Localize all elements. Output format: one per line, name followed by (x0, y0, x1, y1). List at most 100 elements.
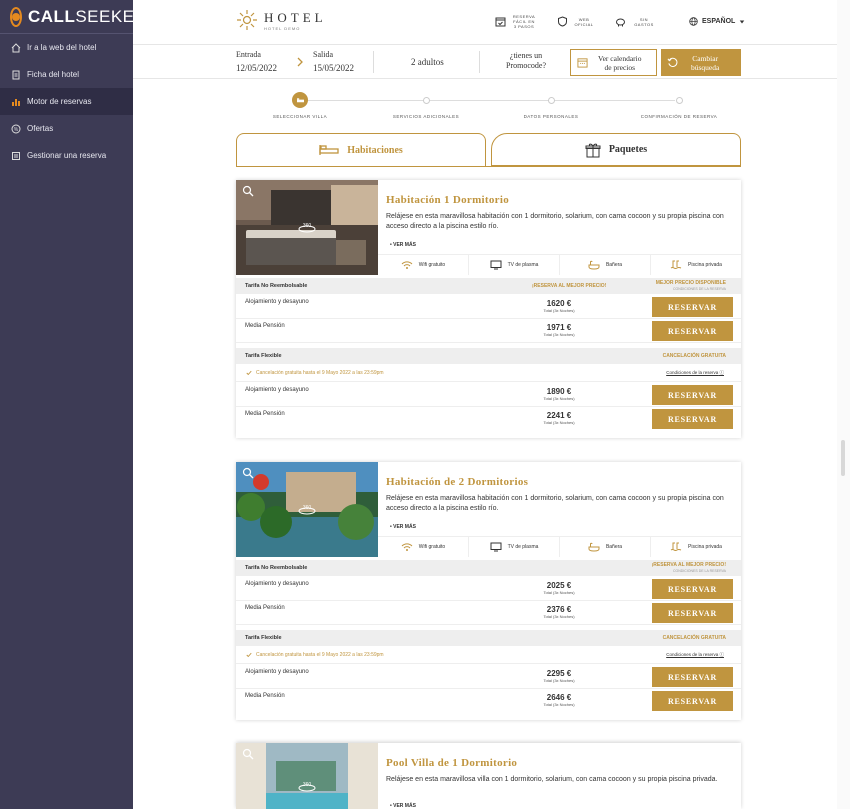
cancellation-text: Cancelación gratuita hasta el 9 Mayo 202… (256, 652, 384, 658)
feature-label: SIN GASTOS (634, 16, 654, 27)
see-more-link[interactable]: • VER MÁS (390, 242, 416, 248)
sidebar-item-web[interactable]: Ir a la web del hotel (0, 34, 133, 61)
conditions-link[interactable]: Condiciones de la reserva ⓘ (666, 370, 724, 376)
bathtub-icon (588, 260, 600, 270)
amenities-bar: Wifi gratuito TV de plasma Bañera Piscin… (378, 536, 741, 557)
checkout-date[interactable]: 15/05/2022 (313, 63, 354, 73)
sidebar-item-label: Ofertas (27, 124, 54, 133)
amenity-pool: Piscina privada (651, 255, 741, 275)
amenity-label: Bañera (605, 544, 623, 550)
page-scrollbar[interactable] (837, 0, 850, 809)
rate-badge-sub: CONDICIONES DE LA RESERVA (673, 287, 726, 291)
price: 1890 € Total (3x Noches) (519, 387, 599, 401)
rate-row: Alojamiento y desayuno 2295 € Total (3x N… (236, 666, 741, 689)
refresh-icon (667, 57, 678, 67)
guests-selector[interactable]: 2 adultos (411, 57, 444, 67)
promocode-link[interactable]: ¿tienes un Promocode? (506, 51, 546, 71)
reserve-button[interactable]: RESERVAR (652, 691, 733, 711)
tab-packages[interactable]: Paquetes (491, 133, 741, 166)
see-more-link[interactable]: • VER MÁS (390, 524, 416, 530)
callseeker-logo[interactable]: CALLSEEKER (0, 0, 147, 34)
reserve-button[interactable]: RESERVAR (652, 603, 733, 623)
price-total-label: Total (3x Noches) (543, 614, 575, 619)
bed-icon (319, 145, 339, 155)
list-icon (11, 151, 21, 161)
zoom-icon[interactable] (242, 748, 254, 760)
room-description: Relájese en esta maravillosa habitación … (386, 495, 724, 512)
amenity-wifi: Wifi gratuito (378, 537, 469, 557)
rate-row: Alojamiento y desayuno 1620 € Total (3x N… (236, 296, 741, 319)
tour-360-icon[interactable]: 360 (298, 779, 316, 793)
see-more-link[interactable]: • VER MÁS (390, 803, 416, 809)
board-label: Media Pensión (245, 605, 285, 611)
language-label: ESPAÑOL (702, 18, 736, 25)
rate-header-flexible: Tarifa Flexible CANCELACIÓN GRATUITA (236, 348, 741, 364)
rate-row: Media Pensión 2646 € Total (3x Noches) RE… (236, 690, 741, 713)
header-links: RESERVA FÁCIL EN 3 PASOS WEB OFICIAL SIN… (495, 14, 657, 29)
amenity-tv: TV de plasma (469, 255, 560, 275)
cancellation-info: Cancelación gratuita hasta el 9 Mayo 202… (246, 370, 384, 376)
brand-name: CALLSEEKER (28, 7, 147, 27)
zoom-icon[interactable] (242, 185, 254, 197)
tab-rooms[interactable]: Habitaciones (236, 133, 486, 166)
step-dot (675, 97, 683, 104)
step-personal-data[interactable]: DATOS PERSONALES (491, 92, 611, 119)
phone-logo-icon (10, 6, 22, 27)
feature-official-web: WEB OFICIAL (557, 16, 595, 27)
gift-icon (585, 143, 601, 157)
caret-down-icon (740, 20, 745, 23)
reserve-button[interactable]: RESERVAR (652, 385, 733, 405)
reserve-button[interactable]: RESERVAR (652, 667, 733, 687)
reserve-button[interactable]: RESERVAR (652, 297, 733, 317)
board-label: Alojamiento y desayuno (245, 299, 309, 305)
step-label: SELECCIONAR VILLA (272, 114, 328, 119)
language-selector[interactable]: ESPAÑOL (689, 17, 745, 26)
svg-text:%: % (14, 127, 19, 133)
step-select-villa[interactable]: SELECCIONAR VILLA (240, 92, 360, 119)
step-label: DATOS PERSONALES (523, 114, 579, 119)
calendar-icon (577, 58, 588, 68)
tour-360-icon[interactable]: 360 (298, 502, 316, 516)
sidebar-item-ficha[interactable]: Ficha del hotel (0, 61, 133, 88)
room-photo[interactable]: 360 (236, 743, 378, 809)
board-label: Alojamiento y desayuno (245, 387, 309, 393)
sidebar-item-motor[interactable]: Motor de reservas (0, 88, 133, 115)
amenity-label: TV de plasma (507, 262, 539, 268)
globe-icon (689, 17, 698, 26)
tabs-underline (236, 166, 741, 167)
rate-row: Media Pensión 2241 € Total (3x Noches) RE… (236, 408, 741, 431)
step-confirmation[interactable]: CONFIRMACIÓN DE RESERVA (619, 92, 739, 119)
shield-icon (558, 16, 567, 27)
hotel-logo[interactable]: HOTEL HOTEL DEMO (236, 9, 327, 31)
room-card: 360 Habitación 1 Dormitorio Relájese en … (236, 180, 741, 438)
price-calendar-button[interactable]: Ver calendario de precios (570, 49, 657, 76)
rate-badge[interactable]: MEJOR PRECIO DISPONIBLE CONDICIONES DE LA… (656, 280, 726, 292)
change-search-button[interactable]: Cambiar búsqueda (661, 49, 741, 76)
sidebar-item-gestionar[interactable]: Gestionar una reserva (0, 142, 133, 169)
zoom-icon[interactable] (242, 467, 254, 479)
calendar-check-icon (495, 17, 506, 27)
rate-badge[interactable]: ¡RESERVA AL MEJOR PRECIO! CONDICIONES DE … (652, 562, 726, 574)
price-total-label: Total (3x Noches) (543, 702, 575, 707)
room-photo[interactable]: 360 (236, 462, 378, 557)
checkin-date[interactable]: 12/05/2022 (236, 63, 277, 73)
step-additional-services[interactable]: SERVICIOS ADICIONALES (366, 92, 486, 119)
step-label: SERVICIOS ADICIONALES (392, 114, 460, 119)
rate-name: Tarifa Flexible (245, 353, 282, 359)
reserve-button[interactable]: RESERVAR (652, 579, 733, 599)
sidebar-item-ofertas[interactable]: % Ofertas (0, 115, 133, 142)
sun-emblem-icon (237, 10, 257, 30)
room-title[interactable]: Habitación de 2 Dormitorios (386, 476, 528, 488)
feature-no-fees: SIN GASTOS (615, 16, 657, 27)
tour-360-icon[interactable]: 360 (298, 220, 316, 234)
scrollbar-thumb[interactable] (841, 440, 845, 476)
reserve-button[interactable]: RESERVAR (652, 321, 733, 341)
room-title[interactable]: Habitación 1 Dormitorio (386, 194, 509, 206)
room-title[interactable]: Pool Villa de 1 Dormitorio (386, 757, 517, 769)
room-photo[interactable]: 360 (236, 180, 378, 275)
see-more-label: VER MÁS (393, 242, 416, 248)
rate-row: Alojamiento y desayuno 2025 € Total (3x N… (236, 578, 741, 601)
conditions-link[interactable]: Condiciones de la reserva ⓘ (666, 652, 724, 658)
reserve-button[interactable]: RESERVAR (652, 409, 733, 429)
percent-icon: % (11, 124, 21, 134)
